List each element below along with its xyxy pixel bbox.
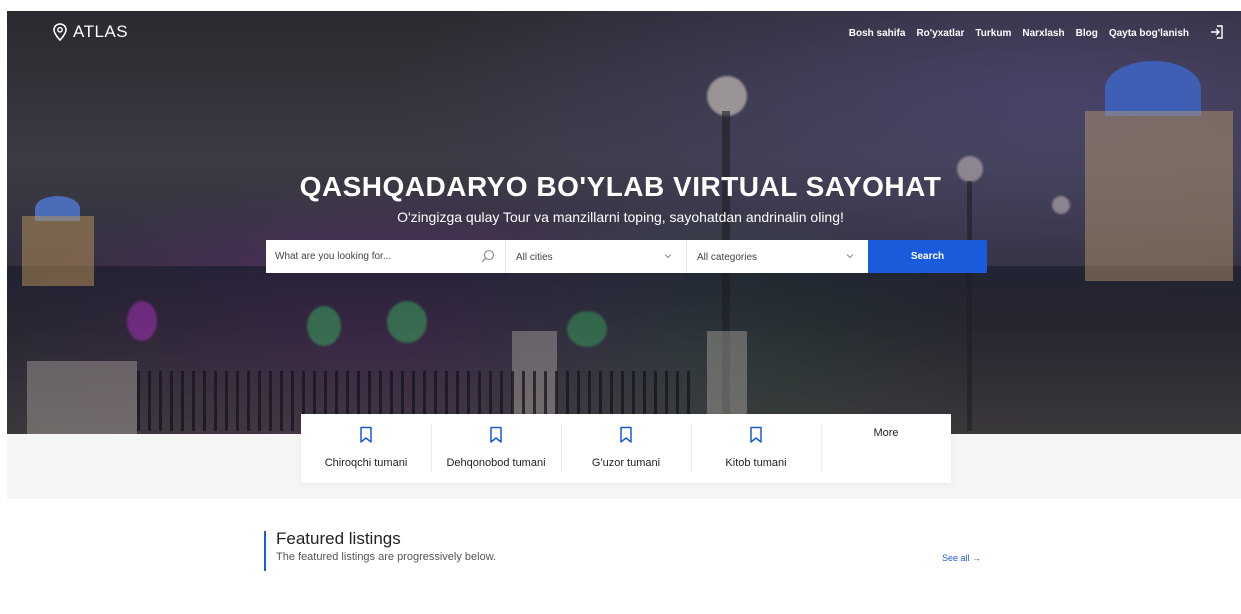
search-icon[interactable] (481, 249, 495, 263)
category-select-value: All categories (697, 252, 758, 263)
location-pin-icon (53, 23, 67, 41)
nav-item-category[interactable]: Turkum (975, 28, 1011, 39)
sign-in-icon[interactable] (1209, 24, 1225, 40)
bookmark-icon (750, 426, 762, 443)
nav-item-home[interactable]: Bosh sahifa (849, 28, 906, 39)
brand-name: ATLAS (73, 22, 129, 41)
nav-item-contact[interactable]: Qayta bog'lanish (1109, 28, 1189, 39)
hero-subtitle: O'zingizga qulay Tour va manzillarni top… (397, 209, 844, 225)
nav-item-listings[interactable]: Ro'yxatlar (916, 28, 964, 39)
nav-item-pricing[interactable]: Narxlash (1022, 28, 1064, 39)
chevron-down-icon (664, 254, 672, 259)
search-input[interactable] (266, 240, 506, 273)
city-select[interactable]: All cities (506, 240, 687, 273)
main-nav: Bosh sahifa Ro'yxatlar Turkum Narxlash B… (849, 28, 1189, 39)
search-button[interactable]: Search (868, 240, 987, 273)
category-label: Dehqonobod tumani (446, 457, 546, 469)
category-label: G'uzor tumani (591, 457, 661, 469)
category-item-more[interactable]: More (821, 414, 951, 483)
nav-item-blog[interactable]: Blog (1076, 28, 1098, 39)
hero-title: QASHQADARYO BO'YLAB VIRTUAL SAYOHAT (299, 171, 942, 202)
see-all-link[interactable]: See all → (942, 553, 981, 563)
bookmark-icon (490, 426, 502, 443)
search-bar: All cities All categories Search (266, 240, 987, 273)
category-item-chiroqchi[interactable]: Chiroqchi tumani (301, 414, 431, 483)
section-accent-bar (264, 531, 266, 571)
category-label: Chiroqchi tumani (324, 457, 408, 469)
category-select[interactable]: All categories (687, 240, 868, 273)
section-subtitle: The featured listings are progressively … (276, 551, 497, 563)
brand-logo[interactable]: ATLAS (53, 22, 128, 42)
city-select-value: All cities (516, 252, 553, 263)
category-item-kitob[interactable]: Kitob tumani (691, 414, 821, 483)
bookmark-icon (360, 426, 372, 443)
top-navbar: ATLAS Bosh sahifa Ro'yxatlar Turkum Narx… (0, 0, 1241, 60)
category-item-guzor[interactable]: G'uzor tumani (561, 414, 691, 483)
bookmark-icon (620, 426, 632, 443)
category-item-dehqonobod[interactable]: Dehqonobod tumani (431, 414, 561, 483)
category-label: Kitob tumani (725, 457, 787, 469)
chevron-down-icon (846, 254, 854, 259)
category-more-label: More (873, 427, 899, 439)
district-categories: Chiroqchi tumani Dehqonobod tumani G'uzo… (301, 414, 951, 483)
section-title: Featured listings (276, 529, 401, 548)
